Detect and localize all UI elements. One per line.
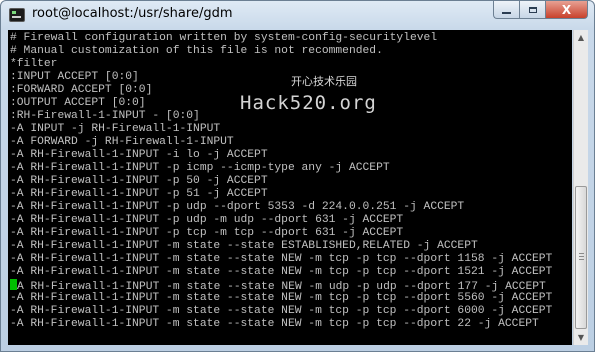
terminal-line-text: :FORWARD ACCEPT [0:0] [10,84,153,96]
terminal-line-text: -A FORWARD -j RH-Firewall-1-INPUT [10,136,234,148]
terminal-line: -A RH-Firewall-1-INPUT -m state --state … [10,292,552,305]
terminal-line: -A RH-Firewall-1-INPUT -p udp -m udp --d… [10,214,552,227]
terminal-line: -A FORWARD -j RH-Firewall-1-INPUT [10,136,552,149]
terminal-line: -A RH-Firewall-1-INPUT -m state --state … [10,240,552,253]
terminal-lines: # Firewall configuration written by syst… [10,32,552,331]
terminal-line-text: -A RH-Firewall-1-INPUT -m state --state … [10,240,478,252]
terminal-line-text: -A RH-Firewall-1-INPUT -p icmp --icmp-ty… [10,162,390,174]
terminal-line: -A RH-Firewall-1-INPUT -i lo -j ACCEPT [10,149,552,162]
terminal-line-text: -A RH-Firewall-1-INPUT -p 50 -j ACCEPT [10,175,268,187]
watermark-chinese: 开心技术乐园 [291,75,357,88]
title-bar[interactable]: root@localhost:/usr/share/gdm X [1,1,594,31]
terminal-line-text: :RH-Firewall-1-INPUT - [0:0] [10,110,200,122]
text-cursor [10,279,17,290]
terminal-app-icon [9,8,25,22]
terminal-line-text: *filter [10,58,58,70]
terminal-line: -A RH-Firewall-1-INPUT -m state --state … [10,253,552,266]
watermark-site: Hack520.org [240,92,377,114]
terminal-line-text: # Manual customization of this file is n… [10,45,383,57]
terminal-line-text: -A RH-Firewall-1-INPUT -m state --state … [10,292,553,304]
terminal-line-text: -A RH-Firewall-1-INPUT -m state --state … [10,318,539,330]
minimize-button[interactable] [493,1,519,19]
terminal-line: # Firewall configuration written by syst… [10,32,552,45]
close-button[interactable]: X [545,1,588,19]
terminal-line: -A RH-Firewall-1-INPUT -p 51 -j ACCEPT [10,188,552,201]
terminal-line-text: :INPUT ACCEPT [0:0] [10,71,139,83]
terminal-line-text: # Firewall configuration written by syst… [10,32,438,44]
terminal-line-text: -A RH-Firewall-1-INPUT -i lo -j ACCEPT [10,149,268,161]
terminal-line-text: -A RH-Firewall-1-INPUT -m state --state … [10,253,553,265]
terminal-output[interactable]: # Firewall configuration written by syst… [8,30,572,345]
terminal-line: -A RH-Firewall-1-INPUT -m state --state … [10,318,552,331]
terminal-line: -A RH-Firewall-1-INPUT -m state --state … [10,305,552,318]
thumb-grip-line [579,256,584,257]
maximize-icon [528,6,537,13]
terminal-line-text: -A INPUT -j RH-Firewall-1-INPUT [10,123,221,135]
window-controls: X [493,1,588,19]
thumb-grip-line [579,259,584,260]
terminal-line-text: -A RH-Firewall-1-INPUT -p 51 -j ACCEPT [10,188,268,200]
terminal-window: root@localhost:/usr/share/gdm X # Firewa… [0,0,595,352]
terminal-line: # Manual customization of this file is n… [10,45,552,58]
terminal-line-text: -A RH-Firewall-1-INPUT -m state --state … [10,305,553,317]
minimize-icon [502,11,511,14]
terminal-line-text: -A RH-Firewall-1-INPUT -p udp -m udp --d… [10,214,404,226]
terminal-line: :INPUT ACCEPT [0:0] [10,71,552,84]
terminal-line: A RH-Firewall-1-INPUT -m state --state N… [10,279,552,293]
terminal-line: *filter [10,58,552,71]
terminal-line: -A RH-Firewall-1-INPUT -p 50 -j ACCEPT [10,175,552,188]
close-icon: X [561,2,572,17]
terminal-line-text: -A RH-Firewall-1-INPUT -m state --state … [10,266,553,278]
window-title: root@localhost:/usr/share/gdm [32,6,233,21]
scroll-thumb[interactable] [575,186,587,329]
maximize-button[interactable] [519,1,545,19]
scroll-down-icon[interactable]: ▼ [574,330,588,345]
thumb-grip-line [579,253,584,254]
terminal-line: -A INPUT -j RH-Firewall-1-INPUT [10,123,552,136]
terminal-line-text: -A RH-Firewall-1-INPUT -p udp --dport 53… [10,201,465,213]
terminal-line-text: -A RH-Firewall-1-INPUT -p tcp -m tcp --d… [10,227,404,239]
terminal-line: -A RH-Firewall-1-INPUT -p tcp -m tcp --d… [10,227,552,240]
terminal-line-text: :OUTPUT ACCEPT [0:0] [10,97,146,109]
terminal-line: -A RH-Firewall-1-INPUT -m state --state … [10,266,552,279]
vertical-scrollbar[interactable]: ▲ ▼ [573,30,588,345]
terminal-line: -A RH-Firewall-1-INPUT -p udp --dport 53… [10,201,552,214]
scroll-up-icon[interactable]: ▲ [574,30,588,45]
terminal-line: -A RH-Firewall-1-INPUT -p icmp --icmp-ty… [10,162,552,175]
